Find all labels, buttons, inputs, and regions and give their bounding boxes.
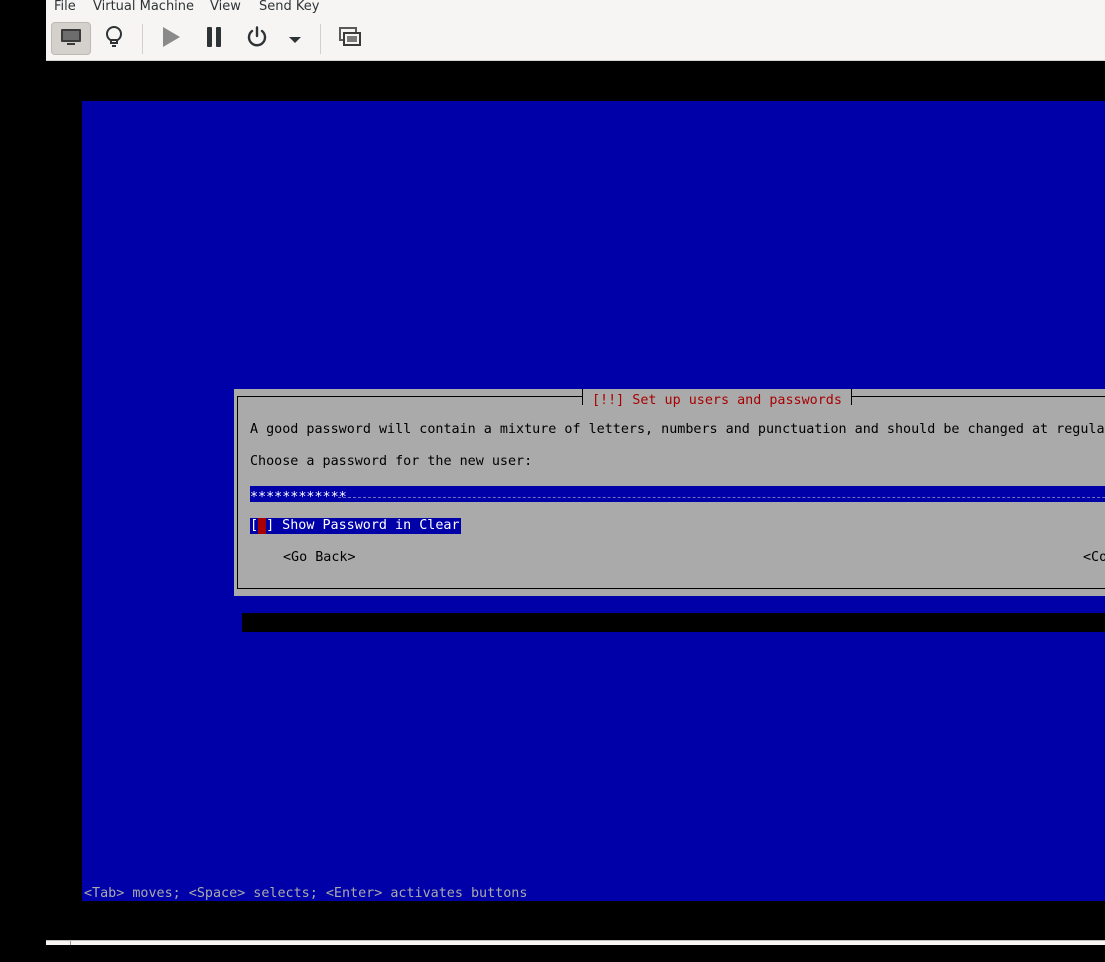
toolbar-separator [142, 24, 143, 54]
desktop-bottom [0, 945, 1105, 962]
password-value: ************ [250, 490, 347, 502]
menubar: File Virtual Machine View Send Key [46, 0, 1105, 17]
chevron-down-icon [289, 29, 301, 48]
fullscreen-button[interactable] [330, 22, 370, 55]
pause-icon [205, 26, 223, 52]
menu-send-key[interactable]: Send Key [258, 0, 320, 15]
pause-button[interactable] [194, 22, 234, 55]
power-icon [246, 25, 268, 52]
show-password-label: ] Show Password in Clear [266, 518, 460, 533]
vm-console[interactable]: [!!] Set up users and passwords A good p… [46, 61, 1105, 940]
show-details-button[interactable] [94, 22, 134, 55]
shutdown-button[interactable] [237, 22, 277, 55]
monitor-icon [60, 28, 82, 50]
screens-icon [339, 26, 361, 51]
desktop-background [0, 0, 46, 962]
run-button[interactable] [151, 22, 191, 55]
password-input[interactable]: ************ [250, 486, 1105, 502]
password-input-underline [338, 497, 1105, 498]
installer-screen[interactable]: [!!] Set up users and passwords A good p… [82, 101, 1105, 901]
shutdown-menu-button[interactable] [278, 22, 312, 55]
help-line: <Tab> moves; <Space> selects; <Enter> ac… [84, 886, 528, 901]
show-password-checkbox[interactable]: [ ] Show Password in Clear [250, 518, 461, 534]
installer-dialog: [!!] Set up users and passwords A good p… [234, 389, 1105, 596]
menu-virtual-machine[interactable]: Virtual Machine [92, 0, 195, 15]
virt-viewer-window: File Virtual Machine View Send Key [!!] … [46, 0, 1105, 962]
play-icon [161, 26, 181, 52]
toolbar [46, 17, 1105, 61]
show-console-button[interactable] [51, 22, 91, 55]
toolbar-separator [320, 24, 321, 54]
lightbulb-icon [105, 25, 123, 53]
dialog-shadow [242, 613, 1105, 632]
dialog-title: [!!] Set up users and passwords [592, 393, 842, 408]
menu-view[interactable]: View [209, 0, 242, 15]
checkbox-open-bracket: [ [250, 518, 259, 533]
text-cursor [258, 518, 267, 534]
continue-button[interactable]: <Co [1083, 550, 1105, 566]
password-prompt: Choose a password for the new user: [250, 454, 533, 469]
menu-file[interactable]: File [53, 0, 77, 15]
go-back-button[interactable]: <Go Back> [283, 550, 356, 566]
password-description: A good password will contain a mixture o… [250, 422, 1105, 437]
dialog-title-box: [!!] Set up users and passwords [582, 389, 852, 408]
